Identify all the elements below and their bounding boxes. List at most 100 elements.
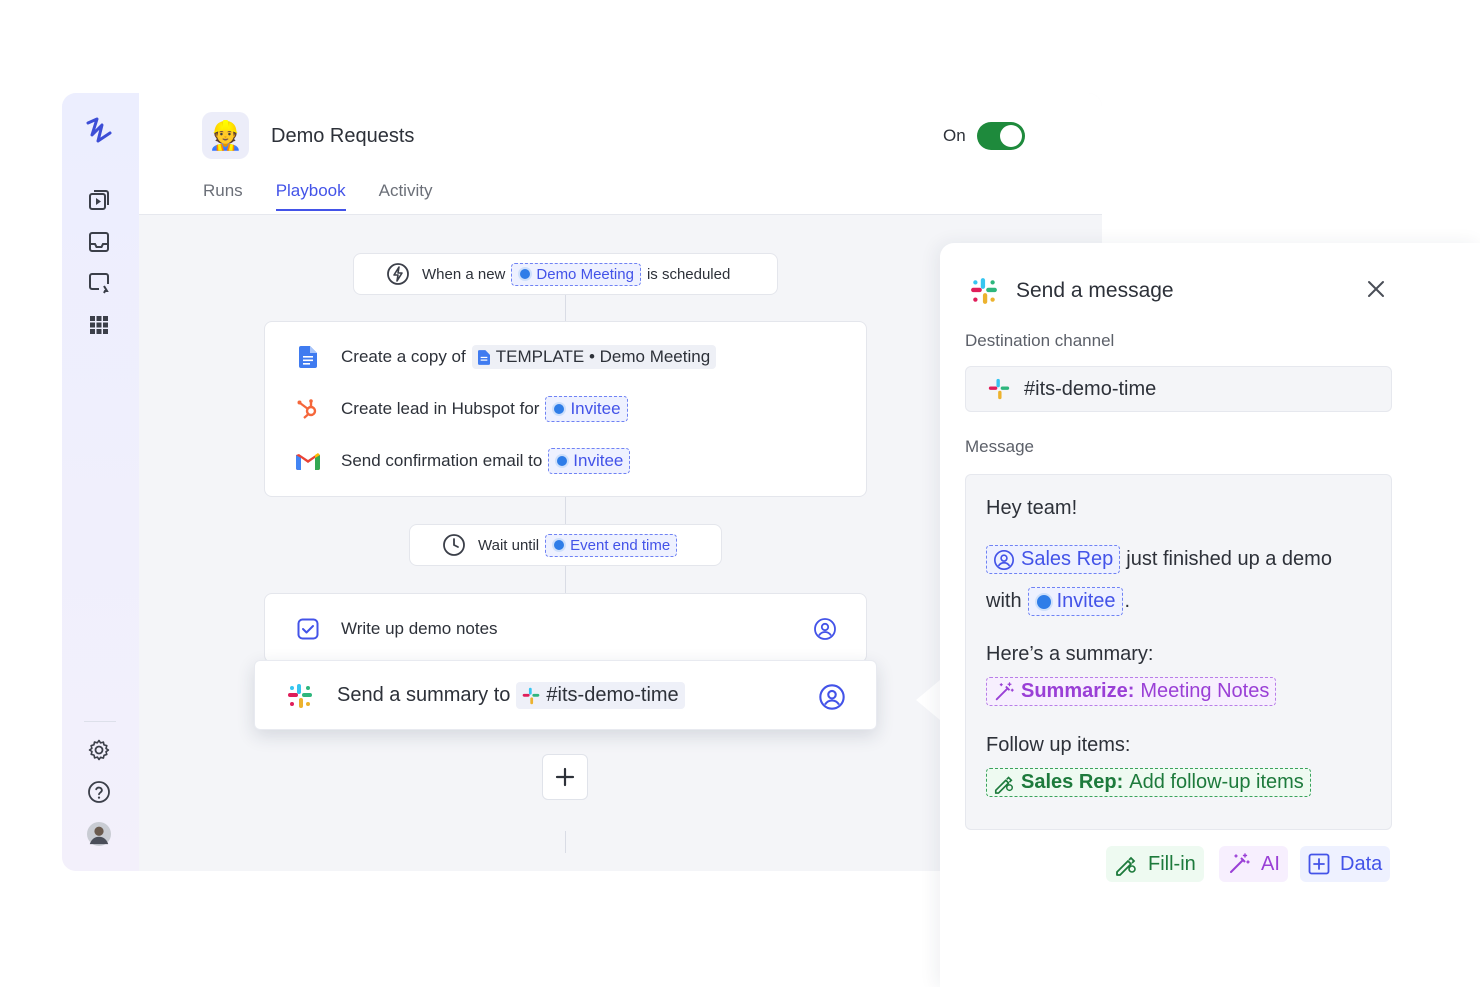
- lightning-icon: [387, 263, 409, 285]
- google-docs-icon: [295, 344, 321, 370]
- tab-playbook[interactable]: Playbook: [275, 181, 346, 211]
- app-logo-icon[interactable]: [82, 113, 116, 147]
- avatar[interactable]: [87, 822, 111, 846]
- calendly-icon: [518, 267, 533, 281]
- wait-label: Wait until: [478, 536, 540, 554]
- chip-label: TEMPLATE • Demo Meeting: [495, 347, 711, 366]
- event-end-time-chip[interactable]: Event end time: [545, 533, 678, 557]
- message-text: with: [986, 590, 1022, 612]
- connector-line: [565, 496, 566, 524]
- page-title: Demo Requests: [271, 125, 415, 147]
- task-card[interactable]: Write up demo notes: [264, 593, 867, 663]
- calendly-icon: [1034, 592, 1053, 611]
- calendly-icon: [555, 454, 570, 468]
- magic-wand-icon: [995, 681, 1014, 700]
- add-step-button[interactable]: [542, 754, 588, 800]
- demo-meeting-chip[interactable]: Demo Meeting: [511, 262, 641, 286]
- chip-label: Invitee: [573, 451, 624, 470]
- message-text: just finished up a demo: [1126, 548, 1332, 570]
- tab-activity[interactable]: Activity: [379, 181, 433, 211]
- inbox-nav-icon[interactable]: [87, 230, 111, 254]
- sidebar-divider: [84, 721, 116, 722]
- step-label: Send confirmation email to: [341, 451, 543, 470]
- fill-in-chip[interactable]: Sales Rep: Add follow-up items: [986, 768, 1311, 797]
- ai-button[interactable]: AI: [1219, 846, 1288, 882]
- message-line-summary: Summarize: Meeting Notes: [986, 677, 1282, 706]
- assignee-user-icon[interactable]: [818, 683, 846, 711]
- wait-card[interactable]: Wait until Event end time: [409, 524, 722, 566]
- message-line-2: Sales Rep just finished up a demo: [986, 545, 1332, 574]
- checkbox-icon[interactable]: [295, 616, 321, 642]
- step-label: Write up demo notes: [341, 619, 498, 638]
- step-send-summary: Send a summary to #its-demo-time: [287, 682, 691, 709]
- chip-bold-label: Summarize:: [1021, 680, 1135, 702]
- invitee-chip[interactable]: Invitee: [1027, 587, 1123, 616]
- destination-label: Destination channel: [965, 331, 1115, 350]
- send-summary-step[interactable]: Send a summary to #its-demo-time: [254, 660, 877, 730]
- invitee-chip[interactable]: Invitee: [545, 396, 628, 422]
- chip-label: Demo Meeting: [536, 265, 634, 283]
- invitee-chip[interactable]: Invitee: [548, 448, 631, 474]
- destination-channel-field[interactable]: #its-demo-time: [965, 366, 1392, 412]
- chip-label: Invitee: [1056, 590, 1116, 612]
- step-send-email[interactable]: Send confirmation email to Invitee: [295, 448, 636, 474]
- chip-bold-label: Sales Rep:: [1021, 771, 1124, 793]
- message-label: Message: [965, 437, 1034, 456]
- chip-label: #its-demo-time: [546, 684, 679, 706]
- present-nav-icon[interactable]: [87, 271, 111, 295]
- plus-square-icon: [1308, 853, 1330, 875]
- google-docs-icon: [477, 349, 490, 365]
- chip-label: Sales Rep: [1021, 548, 1114, 570]
- step-write-notes: Write up demo notes: [295, 616, 498, 642]
- pencil-user-icon: [1116, 856, 1136, 876]
- connector-line: [565, 294, 566, 322]
- apps-grid-icon[interactable]: [87, 313, 111, 337]
- template-doc-chip[interactable]: TEMPLATE • Demo Meeting: [471, 345, 717, 369]
- runs-nav-icon[interactable]: [87, 188, 111, 212]
- panel-pointer: [916, 680, 940, 720]
- tab-runs[interactable]: Runs: [203, 181, 243, 211]
- trigger-card[interactable]: When a new Demo Meeting is scheduled: [353, 253, 778, 295]
- data-button[interactable]: Data: [1300, 846, 1391, 882]
- help-icon[interactable]: [87, 780, 111, 804]
- fill-in-button[interactable]: Fill-in: [1106, 846, 1204, 882]
- status-label: On: [943, 126, 966, 145]
- connector-line: [565, 565, 566, 593]
- chip-label: Meeting Notes: [1140, 680, 1270, 702]
- step-create-copy[interactable]: Create a copy of TEMPLATE • Demo Meeting: [295, 344, 722, 370]
- sales-rep-chip[interactable]: Sales Rep: [986, 545, 1121, 574]
- step-label: Send a summary to: [337, 684, 511, 706]
- action-group-card: Create a copy of TEMPLATE • Demo Meeting…: [264, 321, 867, 497]
- message-followup-intro: Follow up items:: [986, 734, 1131, 756]
- trigger-prefix: When a new: [422, 265, 506, 283]
- user-icon: [994, 549, 1014, 570]
- send-message-panel: Send a message Destination channel #its-…: [940, 243, 1480, 987]
- channel-chip[interactable]: #its-demo-time: [516, 682, 685, 709]
- header: 👷 Demo Requests On Runs Playbook Activit…: [139, 93, 1102, 215]
- step-label: Create a copy of: [341, 347, 466, 366]
- message-text: .: [1124, 590, 1131, 612]
- message-editor[interactable]: Hey team! Sales Rep just finished up a d…: [965, 474, 1392, 830]
- tab-bar: Runs Playbook Activity: [203, 181, 465, 211]
- step-label: Create lead in Hubspot for: [341, 399, 540, 418]
- message-greeting: Hey team!: [986, 497, 1078, 519]
- message-summary-intro: Here’s a summary:: [986, 643, 1154, 665]
- calendly-icon: [552, 538, 567, 552]
- summarize-ai-chip[interactable]: Summarize: Meeting Notes: [986, 677, 1277, 706]
- magic-wand-icon: [1230, 853, 1250, 873]
- chip-label: Invitee: [570, 399, 621, 418]
- message-line-3: with Invitee .: [986, 587, 1130, 616]
- panel-title: Send a message: [1016, 279, 1174, 302]
- slack-icon: [287, 683, 313, 709]
- slack-icon: [988, 378, 1010, 400]
- close-icon[interactable]: [1364, 277, 1388, 301]
- message-line-followup: Sales Rep: Add follow-up items: [986, 768, 1317, 797]
- hubspot-icon: [295, 396, 321, 422]
- sidebar: [62, 93, 139, 871]
- clock-icon: [443, 534, 465, 556]
- pencil-user-icon: [994, 775, 1013, 794]
- assignee-user-icon[interactable]: [813, 617, 837, 641]
- step-create-lead[interactable]: Create lead in Hubspot for Invitee: [295, 396, 634, 422]
- gear-icon[interactable]: [87, 738, 111, 762]
- status-toggle[interactable]: [977, 122, 1025, 150]
